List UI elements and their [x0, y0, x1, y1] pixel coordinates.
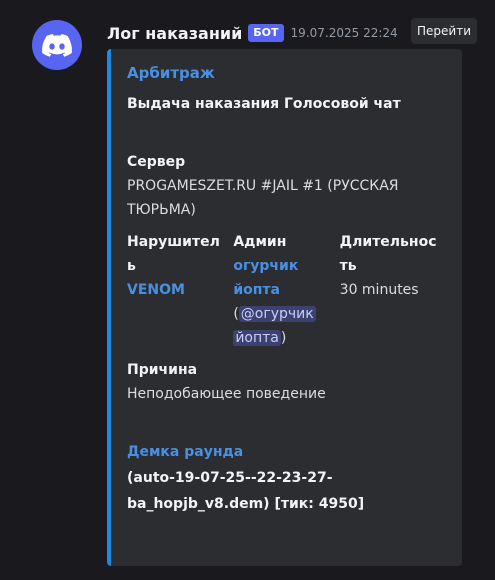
reason-field-value: Неподобающее поведение	[127, 386, 326, 402]
server-field-value-line2: ТЮРЬМА)	[127, 202, 196, 218]
duration-field: Длительнос ть 30 minutes	[340, 230, 446, 350]
server-field-value-line1: PROGAMESZET.RU #JAIL #1 (РУССКАЯ	[127, 178, 399, 194]
admin-field: Админ огурчик йопта (@огурчик йопта)	[233, 230, 339, 350]
reason-field: Причина Неподобающее поведение	[127, 358, 446, 406]
server-field: Сервер PROGAMESZET.RU #JAIL #1 (РУССКАЯ …	[127, 150, 446, 222]
author-name[interactable]: Лог наказаний	[107, 24, 242, 43]
discord-logo-icon	[42, 33, 72, 57]
admin-mention-line2: йопта)	[233, 326, 339, 350]
server-field-name: Сервер	[127, 154, 186, 170]
violator-field-name-line2: ь	[127, 258, 136, 274]
inline-fields-row: Нарушител ь VENOM Админ огурчик йопта (@о…	[127, 230, 446, 350]
admin-field-name: Админ	[233, 234, 287, 250]
admin-mention-line1: (@огурчик	[233, 302, 339, 326]
duration-field-name-line2: ть	[339, 258, 357, 274]
admin-link-line1[interactable]: огурчик	[233, 254, 339, 278]
admin-link-line2[interactable]: йопта	[233, 278, 339, 302]
demo-text-line2: ba_hopjb_v8.dem) [тик: 4950]	[127, 496, 365, 512]
violator-field-name-line1: Нарушител	[127, 234, 220, 250]
violator-field: Нарушител ь VENOM	[127, 230, 233, 350]
reason-field-name: Причина	[127, 362, 198, 378]
duration-value: 30 minutes	[339, 282, 419, 298]
goto-button[interactable]: Перейти	[411, 18, 477, 44]
bot-badge: БОТ	[248, 24, 284, 42]
duration-field-name-line1: Длительнос	[339, 234, 437, 250]
embed-title: Арбитраж	[127, 64, 215, 82]
violator-link[interactable]: VENOM	[127, 278, 233, 302]
admin-mention[interactable]: @огурчик	[238, 306, 316, 322]
embed-card: Арбитраж Выдача наказания Голосовой чат …	[107, 49, 462, 566]
embed-description: Выдача наказания Голосовой чат	[127, 96, 401, 112]
paren-close: )	[280, 330, 287, 346]
demo-text-line1: (auto-19-07-25--22-23-27-	[127, 470, 333, 486]
demo-title: Демка раунда	[127, 444, 244, 460]
paren-open: (	[233, 306, 239, 322]
admin-mention-cont[interactable]: йопта	[233, 330, 281, 346]
bot-avatar[interactable]	[32, 20, 82, 70]
timestamp: 19.07.2025 22:24	[290, 26, 398, 40]
